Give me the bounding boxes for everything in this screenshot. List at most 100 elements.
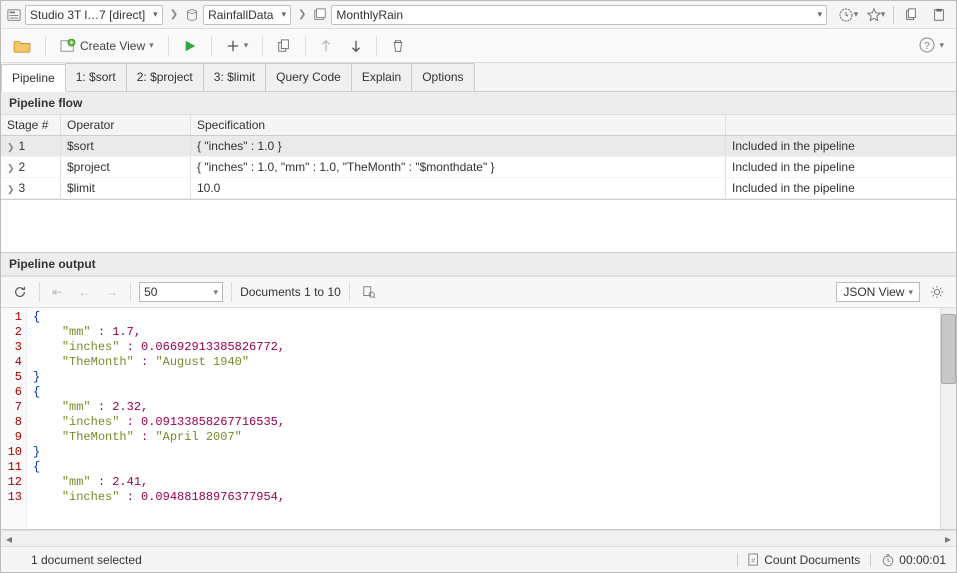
operator-cell: $sort — [61, 136, 191, 156]
collection-icon — [313, 8, 327, 22]
history-icon[interactable]: ▾ — [837, 5, 859, 25]
add-stage-button[interactable]: ▾ — [222, 37, 253, 55]
selection-status: 1 document selected — [11, 553, 142, 567]
stage-num: ❯3 — [1, 178, 61, 198]
chevron-down-icon: ▾ — [149, 9, 158, 20]
horizontal-scrollbar[interactable]: ◂ ▸ — [1, 530, 956, 546]
stage-num: ❯1 — [1, 136, 61, 156]
separator — [130, 282, 131, 302]
chevron-right-icon: ❯ — [295, 9, 309, 20]
separator — [168, 36, 169, 56]
separator — [45, 36, 46, 56]
prev-page-button[interactable]: ← — [74, 283, 94, 301]
elapsed-time: 00:00:01 — [870, 553, 946, 567]
database-icon — [185, 8, 199, 22]
chevron-down-icon: ▾ — [939, 40, 944, 51]
document-range: Documents 1 to 10 — [240, 285, 341, 299]
chevron-down-icon: ▾ — [277, 9, 286, 20]
status-cell: Included in the pipeline — [726, 136, 956, 156]
pipeline-tabs: Pipeline1: $sort2: $project3: $limitQuer… — [1, 63, 956, 92]
chevron-right-icon: ❯ — [167, 9, 181, 20]
pipeline-flow-table: Stage # Operator Specification ❯1$sort{ … — [1, 115, 956, 200]
line-gutter: 12345678910111213 — [1, 308, 27, 529]
operator-cell: $limit — [61, 178, 191, 198]
separator — [231, 282, 232, 302]
connection-icon — [7, 8, 21, 22]
tab-1-sort[interactable]: 1: $sort — [65, 63, 127, 91]
star-icon[interactable]: ▾ — [865, 5, 887, 25]
scroll-thumb[interactable] — [941, 314, 956, 384]
json-viewer[interactable]: 12345678910111213 { "mm" : 1.7, "inches"… — [1, 308, 956, 530]
expand-icon[interactable]: ❯ — [7, 163, 15, 173]
paste-icon[interactable] — [928, 5, 950, 25]
duplicate-stage-button[interactable] — [273, 37, 295, 55]
tab-query-code[interactable]: Query Code — [265, 63, 352, 91]
separator — [211, 36, 212, 56]
run-button[interactable] — [179, 37, 201, 55]
spec-cell: { "inches" : 1.0, "mm" : 1.0, "TheMonth"… — [191, 157, 726, 177]
code-content[interactable]: { "mm" : 1.7, "inches" : 0.0669291338582… — [27, 308, 940, 529]
table-header: Stage # Operator Specification — [1, 115, 956, 136]
tab-pipeline[interactable]: Pipeline — [1, 64, 66, 92]
chevron-down-icon: ▾ — [908, 287, 913, 298]
connection-selector[interactable]: Studio 3T l…7 [direct] ▾ — [25, 5, 163, 25]
count-documents-button[interactable]: # Count Documents — [737, 553, 860, 567]
separator — [893, 6, 894, 24]
table-row[interactable]: ❯3$limit10.0Included in the pipeline — [1, 178, 956, 199]
find-button[interactable] — [358, 283, 380, 301]
stage-num: ❯2 — [1, 157, 61, 177]
next-page-button[interactable]: → — [102, 283, 122, 301]
settings-button[interactable] — [926, 283, 948, 301]
tab-3-limit[interactable]: 3: $limit — [203, 63, 266, 91]
database-selector[interactable]: RainfallData ▾ — [203, 5, 291, 25]
spec-cell: { "inches" : 1.0 } — [191, 136, 726, 156]
chevron-down-icon: ▾ — [244, 40, 249, 51]
tab-options[interactable]: Options — [411, 63, 474, 91]
vertical-scrollbar[interactable] — [940, 308, 956, 529]
scroll-right-icon[interactable]: ▸ — [940, 531, 956, 546]
chevron-down-icon: ▾ — [813, 9, 822, 20]
tab-2-project[interactable]: 2: $project — [126, 63, 204, 91]
open-file-button[interactable] — [9, 37, 35, 55]
breadcrumb-bar: Studio 3T l…7 [direct] ▾ ❯ RainfallData … — [1, 1, 956, 29]
col-spec[interactable]: Specification — [191, 115, 726, 135]
table-row[interactable]: ❯1$sort{ "inches" : 1.0 }Included in the… — [1, 136, 956, 157]
copy-icon[interactable] — [900, 5, 922, 25]
delete-stage-button[interactable] — [387, 37, 409, 55]
operator-cell: $project — [61, 157, 191, 177]
separator — [39, 282, 40, 302]
view-mode-value: JSON View — [843, 285, 904, 299]
status-cell: Included in the pipeline — [726, 157, 956, 177]
scroll-left-icon[interactable]: ◂ — [1, 531, 17, 546]
move-down-button[interactable] — [346, 37, 366, 55]
first-page-button[interactable]: ⇤ — [48, 283, 66, 301]
page-size-select[interactable]: 50 ▾ — [139, 282, 223, 302]
connection-name: Studio 3T l…7 [direct] — [30, 8, 145, 22]
col-operator[interactable]: Operator — [61, 115, 191, 135]
collection-selector[interactable]: MonthlyRain ▾ — [331, 5, 827, 25]
refresh-button[interactable] — [9, 283, 31, 301]
create-view-button[interactable]: Create View ▾ — [56, 37, 158, 55]
svg-text:?: ? — [925, 41, 931, 52]
page-size-value: 50 — [144, 285, 157, 299]
count-documents-label: Count Documents — [764, 553, 860, 567]
pipeline-gap — [1, 200, 956, 252]
view-mode-select[interactable]: JSON View ▾ — [836, 282, 920, 302]
expand-icon[interactable]: ❯ — [7, 184, 15, 194]
main-toolbar: Create View ▾ ▾ ? ▾ — [1, 29, 956, 63]
col-status[interactable] — [726, 115, 956, 135]
tab-explain[interactable]: Explain — [351, 63, 412, 91]
table-row[interactable]: ❯2$project{ "inches" : 1.0, "mm" : 1.0, … — [1, 157, 956, 178]
expand-icon[interactable]: ❯ — [7, 142, 15, 152]
chevron-down-icon: ▾ — [149, 40, 154, 51]
help-button[interactable]: ? ▾ — [915, 35, 948, 55]
elapsed-value: 00:00:01 — [899, 553, 946, 567]
move-up-button[interactable] — [316, 37, 336, 55]
col-stage[interactable]: Stage # — [1, 115, 61, 135]
separator — [376, 36, 377, 56]
spec-cell: 10.0 — [191, 178, 726, 198]
collection-name: MonthlyRain — [336, 8, 403, 22]
create-view-label: Create View — [80, 39, 145, 53]
output-toolbar: ⇤ ← → 50 ▾ Documents 1 to 10 JSON View ▾ — [1, 276, 956, 308]
pipeline-flow-header: Pipeline flow — [1, 92, 956, 115]
